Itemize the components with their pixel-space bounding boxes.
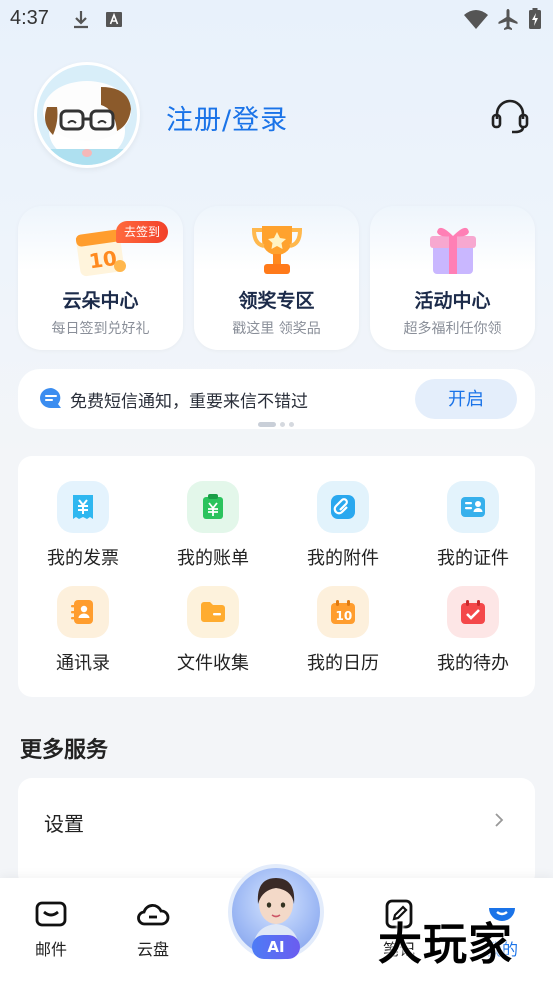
- grid-item-file-collection[interactable]: 文件收集: [148, 586, 278, 686]
- mail-icon: [35, 901, 67, 927]
- card-title: 活动中心: [414, 290, 491, 312]
- id-card-icon: [461, 497, 485, 517]
- card-subtitle: 每日签到兑好礼: [51, 321, 150, 337]
- invoice-icon: [73, 495, 93, 519]
- bill-icon: [203, 494, 223, 519]
- avatar-dog-image: [37, 65, 137, 165]
- enable-sms-button[interactable]: 开启: [415, 379, 517, 419]
- text-icon: [106, 12, 122, 27]
- grid-item-calendar[interactable]: 10 我的日历: [278, 586, 408, 686]
- grid-label: 文件收集: [177, 653, 249, 674]
- avatar[interactable]: [34, 62, 140, 168]
- function-grid: 我的发票 我的账单 我的附件 我的证件 通讯录 文件收集 10 我的日历 我的待…: [18, 456, 535, 697]
- message-icon: [40, 388, 61, 408]
- grid-label: 我的账单: [177, 548, 249, 569]
- grid-item-todo[interactable]: 我的待办: [408, 586, 538, 686]
- folder-icon: [201, 602, 225, 622]
- todo-icon: [461, 600, 485, 624]
- card-title: 领奖专区: [238, 290, 315, 312]
- chevron-right-icon: [495, 813, 504, 827]
- nav-label: 云盘: [136, 940, 169, 959]
- battery-icon: [529, 8, 541, 29]
- grid-label: 我的发票: [47, 548, 119, 569]
- nav-item-cloud[interactable]: 云盘: [118, 898, 188, 960]
- nav-item-mail[interactable]: 邮件: [16, 898, 86, 960]
- grid-label: 我的证件: [437, 548, 509, 569]
- card-title: 云朵中心: [62, 290, 139, 312]
- login-register-link[interactable]: 注册/登录: [166, 98, 288, 137]
- grid-item-bill[interactable]: 我的账单: [148, 481, 278, 581]
- gift-icon: [429, 227, 476, 274]
- svg-text:10: 10: [336, 609, 353, 623]
- notice-text: 免费短信通知，重要来信不错过: [70, 392, 308, 412]
- grid-item-id-card[interactable]: 我的证件: [408, 481, 538, 581]
- wifi-icon: [464, 10, 488, 29]
- status-bar: 4:37: [0, 0, 553, 38]
- svg-text:10: 10: [87, 246, 118, 274]
- checkin-badge[interactable]: 去签到: [116, 221, 169, 243]
- grid-label: 通讯录: [56, 653, 110, 674]
- settings-label: 设置: [44, 812, 84, 836]
- calendar-icon: 10: [331, 600, 355, 624]
- contacts-icon: [71, 600, 93, 624]
- headset-icon[interactable]: [490, 97, 530, 135]
- grid-item-attachment[interactable]: 我的附件: [278, 481, 408, 581]
- grid-label: 我的待办: [437, 653, 509, 674]
- attachment-icon: [331, 495, 355, 519]
- cloud-icon: [137, 904, 170, 926]
- grid-item-invoice[interactable]: 我的发票: [18, 481, 148, 581]
- grid-label: 我的附件: [307, 548, 379, 569]
- sms-notice-banner: 免费短信通知，重要来信不错过 开启: [18, 369, 535, 429]
- grid-label: 我的日历: [307, 653, 379, 674]
- grid-item-contacts[interactable]: 通讯录: [18, 586, 148, 686]
- nav-label: 邮件: [34, 940, 67, 959]
- watermark-text: 大玩家: [378, 919, 513, 970]
- download-icon: [74, 11, 88, 29]
- ai-badge[interactable]: AI: [252, 935, 300, 959]
- card-subtitle: 戳这里 领奖品: [232, 321, 321, 337]
- activity-center-card[interactable]: 活动中心 超多福利任你领: [370, 206, 535, 350]
- status-time: 4:37: [10, 7, 49, 29]
- trophy-icon: [251, 226, 302, 274]
- airplane-icon: [498, 9, 518, 30]
- rewards-card[interactable]: 领奖专区 戳这里 领奖品: [194, 206, 359, 350]
- more-services-title: 更多服务: [20, 738, 109, 763]
- card-subtitle: 超多福利任你领: [403, 321, 502, 337]
